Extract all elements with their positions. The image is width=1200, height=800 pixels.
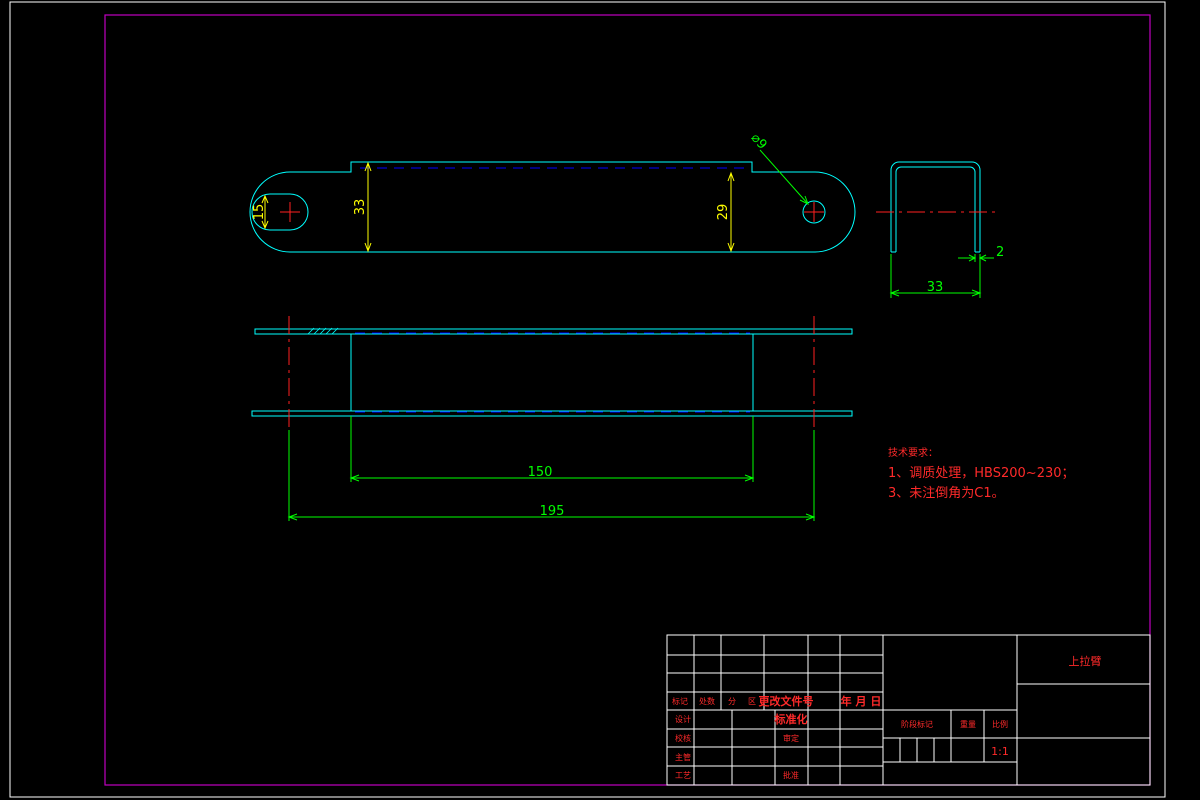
sheet-border bbox=[9, 1, 1166, 798]
top-view bbox=[251, 328, 853, 417]
tb-label-process: 工艺 bbox=[675, 771, 691, 780]
tb-label-zone2: 区 bbox=[748, 697, 756, 706]
dim-diameter-label: ⌀9 bbox=[748, 131, 770, 153]
dim-33-height-label: 33 bbox=[353, 199, 368, 216]
notes-line2: 3、未注倒角为C1。 bbox=[888, 486, 1005, 501]
dim-2 bbox=[958, 254, 994, 262]
tb-label-standardize: 标准化 bbox=[774, 712, 808, 726]
tb-label-zone: 分 bbox=[728, 697, 736, 706]
side-view-outer bbox=[890, 161, 981, 252]
tb-label-date: 年 月 日 bbox=[841, 694, 882, 708]
dim-15-label: 15 bbox=[252, 204, 267, 221]
side-view bbox=[890, 161, 981, 253]
dim-150-label: 150 bbox=[528, 465, 553, 480]
tb-label-check: 校核 bbox=[675, 733, 691, 743]
front-view-outline bbox=[249, 161, 856, 253]
tb-label-count: 处数 bbox=[699, 696, 715, 706]
tb-label-approve: 批准 bbox=[783, 770, 799, 780]
notes-line1: 1、调质处理，HBS200~230； bbox=[888, 466, 1075, 481]
drawing-frame bbox=[104, 14, 1151, 786]
tb-label-stage-mark: 阶段标记 bbox=[901, 719, 933, 729]
tb-label-mark: 标记 bbox=[672, 696, 688, 706]
tb-part-name: 上拉臂 bbox=[1069, 654, 1102, 668]
tb-label-weight: 重量 bbox=[960, 719, 976, 729]
dim-195-label: 195 bbox=[540, 504, 565, 519]
tb-label-review: 审定 bbox=[783, 733, 799, 743]
dim-33-width-label: 33 bbox=[927, 280, 944, 295]
notes-title: 技术要求： bbox=[888, 446, 938, 459]
side-view-inner bbox=[895, 166, 976, 252]
tb-label-change-doc: 更改文件号 bbox=[759, 694, 814, 708]
dim-29-label: 29 bbox=[716, 204, 731, 221]
cad-drawing: 15 33 29 ⌀9 2 33 150 195 技术要求： 1、调质处理，HB… bbox=[9, 1, 1166, 798]
tb-label-design: 设计 bbox=[675, 714, 691, 724]
dim-diameter-leader bbox=[759, 149, 809, 206]
dim-2-label: 2 bbox=[996, 245, 1004, 260]
tb-label-supervisor: 主管 bbox=[675, 752, 691, 762]
top-plate-upper bbox=[254, 328, 853, 335]
tb-scale-value: 1:1 bbox=[991, 745, 1009, 758]
tb-label-scale: 比例 bbox=[992, 719, 1008, 729]
front-view bbox=[249, 161, 856, 253]
